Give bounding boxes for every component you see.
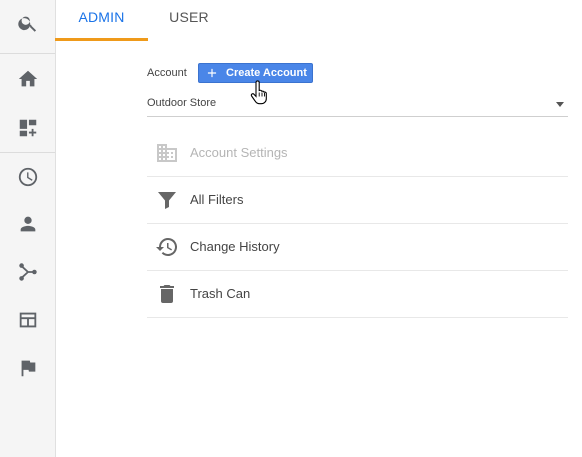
behavior-button[interactable] bbox=[0, 297, 55, 343]
active-tab-indicator bbox=[55, 38, 148, 41]
menu-item-label: All Filters bbox=[190, 192, 244, 207]
sidebar-divider bbox=[0, 53, 55, 54]
menu-item-label: Account Settings bbox=[190, 145, 288, 160]
customization-button[interactable] bbox=[0, 105, 55, 151]
realtime-button[interactable] bbox=[0, 154, 55, 200]
menu-item-trash-can[interactable]: Trash Can bbox=[147, 271, 568, 318]
acquisition-button[interactable] bbox=[0, 249, 55, 295]
acquisition-icon bbox=[18, 263, 37, 281]
menu-item-change-history[interactable]: Change History bbox=[147, 224, 568, 271]
flag-icon bbox=[21, 360, 35, 377]
tab-admin[interactable]: ADMIN bbox=[55, 0, 148, 40]
home-icon bbox=[18, 70, 37, 87]
history-icon bbox=[155, 235, 179, 259]
account-label: Account bbox=[147, 67, 187, 79]
person-icon bbox=[20, 216, 35, 232]
create-account-label: Create Account bbox=[226, 67, 307, 79]
account-selector-value: Outdoor Store bbox=[147, 97, 217, 109]
menu-item-all-filters[interactable]: All Filters bbox=[147, 177, 568, 224]
tab-user[interactable]: USER bbox=[148, 0, 230, 40]
chevron-down-icon bbox=[556, 102, 564, 107]
home-button[interactable] bbox=[0, 56, 55, 102]
hand-cursor-icon bbox=[250, 80, 272, 106]
building-icon bbox=[155, 141, 179, 165]
trash-icon bbox=[155, 282, 179, 306]
behavior-icon bbox=[19, 312, 36, 328]
menu-item-label: Trash Can bbox=[190, 286, 251, 301]
clock-icon bbox=[18, 167, 37, 187]
customization-icon bbox=[19, 119, 36, 137]
plus-icon bbox=[205, 66, 219, 80]
search-button[interactable] bbox=[0, 0, 55, 46]
audience-button[interactable] bbox=[0, 201, 55, 247]
search-icon bbox=[17, 16, 36, 32]
sidebar-divider bbox=[0, 152, 55, 153]
conversions-button[interactable] bbox=[0, 345, 55, 391]
left-sidebar bbox=[0, 0, 56, 457]
menu-item-label: Change History bbox=[190, 239, 280, 254]
menu-item-account-settings[interactable]: Account Settings bbox=[147, 130, 568, 177]
account-selector[interactable]: Outdoor Store bbox=[147, 93, 568, 117]
filter-icon bbox=[155, 188, 179, 212]
